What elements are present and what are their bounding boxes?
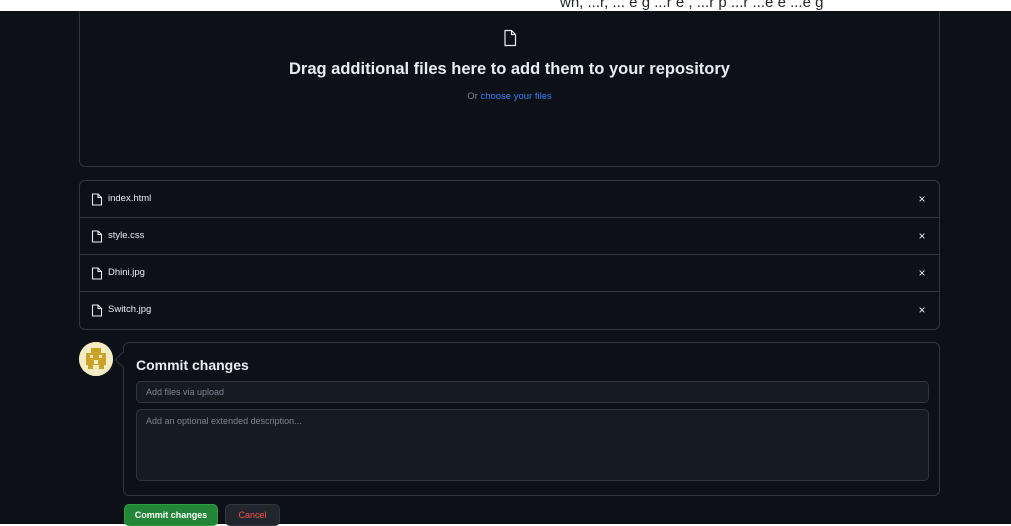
- file-icon: [91, 304, 103, 317]
- file-icon: [91, 230, 103, 243]
- file-name: style.css: [108, 230, 145, 241]
- file-dropzone[interactable]: Drag additional files here to add them t…: [79, 11, 940, 167]
- upload-page: Drag additional files here to add them t…: [0, 11, 1011, 526]
- file-icon: [504, 29, 517, 47]
- remove-file-button[interactable]: ×: [915, 191, 929, 207]
- file-name: Switch.jpg: [108, 304, 152, 315]
- commit-title: Commit changes: [136, 357, 249, 373]
- commit-description-field[interactable]: [136, 409, 929, 481]
- dropzone-title: Drag additional files here to add them t…: [289, 60, 730, 78]
- remove-file-button[interactable]: ×: [915, 302, 929, 318]
- commit-summary-input[interactable]: [136, 381, 929, 403]
- commit-form: Commit changes: [123, 342, 940, 496]
- list-item: style.css ×: [80, 218, 939, 255]
- choose-files-link[interactable]: choose your files: [480, 91, 551, 102]
- file-icon: [91, 193, 103, 206]
- commit-changes-button[interactable]: Commit changes: [124, 504, 218, 526]
- dropzone-prompt-text: Or: [467, 91, 478, 102]
- avatar[interactable]: [79, 342, 113, 376]
- list-item: Dhini.jpg ×: [80, 255, 939, 292]
- file-list: index.html × style.css × Dhini.jpg × Swi…: [79, 180, 940, 330]
- remove-file-button[interactable]: ×: [915, 228, 929, 244]
- dropzone-prompt: Or choose your files: [80, 91, 939, 102]
- cancel-button[interactable]: Cancel: [225, 504, 280, 526]
- file-name: index.html: [108, 193, 152, 204]
- file-icon: [91, 267, 103, 280]
- list-item: index.html ×: [80, 181, 939, 218]
- remove-file-button[interactable]: ×: [915, 265, 929, 281]
- identicon-icon: [79, 342, 113, 376]
- list-item: Switch.jpg ×: [80, 292, 939, 329]
- file-name: Dhini.jpg: [108, 267, 145, 278]
